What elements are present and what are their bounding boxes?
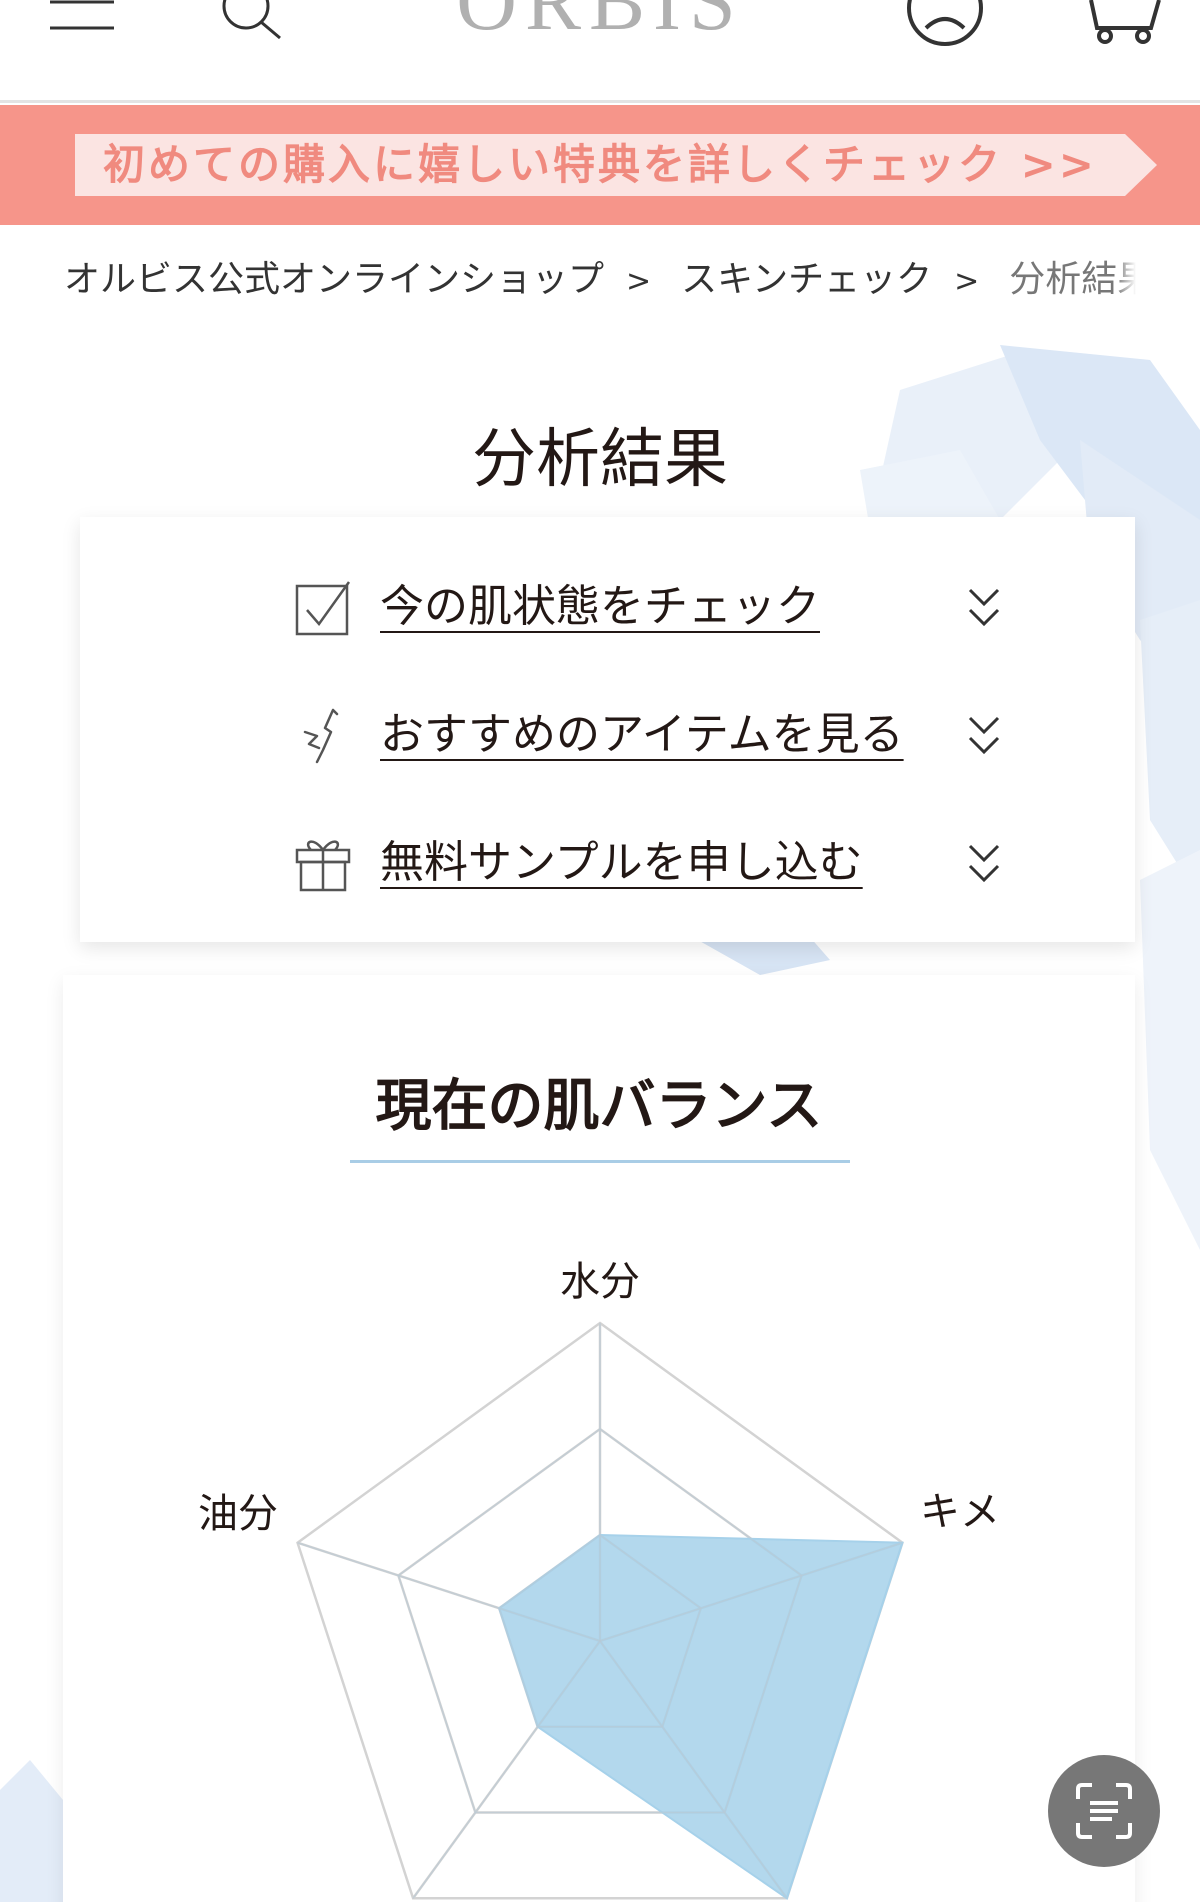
page: ORBIS 初めての購入に嬉しい特典を詳しくチェック >> オルビス公式オンライ…: [0, 0, 1200, 1902]
menu-item-recommended-items[interactable]: おすすめのアイテムを見る: [80, 690, 1135, 780]
breadcrumb: オルビス公式オンラインショップ>スキンチェック>分析結果: [64, 255, 1136, 305]
double-chevron-down-icon: [968, 844, 1000, 883]
radar-data-area: [498, 1533, 904, 1900]
skin-balance-card: 現在の肌バランス 水分 キメ 油分: [63, 975, 1135, 1902]
menu-item-label: 無料サンプルを申し込む: [380, 837, 863, 888]
menu-item-label: 今の肌状態をチェック: [380, 581, 820, 632]
menu-item-label: おすすめのアイテムを見る: [380, 709, 904, 760]
cart-icon[interactable]: [1085, 0, 1165, 48]
checkbox-icon: [295, 581, 351, 636]
radar-axis-label-moisture: 水分: [560, 1259, 640, 1305]
result-menu-card: 今の肌状態をチェック おすすめのアイテムを見る 無料サンプルを申し込む: [80, 517, 1135, 942]
first-purchase-promo-banner[interactable]: 初めての購入に嬉しい特典を詳しくチェック >>: [0, 105, 1200, 225]
gift-icon: [295, 840, 351, 892]
breadcrumb-separator: >: [954, 264, 980, 299]
breadcrumb-item-skin-check[interactable]: スキンチェック: [681, 255, 932, 305]
double-chevron-down-icon: [968, 716, 1000, 755]
breadcrumb-fade: [1116, 255, 1136, 305]
orbis-logo[interactable]: ORBIS: [430, 0, 770, 44]
scan-document-icon: [1076, 1783, 1132, 1839]
hamburger-menu-icon[interactable]: [48, 0, 118, 34]
account-icon[interactable]: [904, 0, 986, 48]
radar-axis-line-overlay: [412, 1640, 601, 1899]
promo-text: 初めての購入に嬉しい特典を詳しくチェック >>: [102, 140, 1097, 189]
scan-floating-button[interactable]: [1048, 1755, 1160, 1867]
menu-item-check-skin[interactable]: 今の肌状態をチェック: [80, 562, 1135, 652]
breadcrumb-separator: >: [626, 264, 652, 299]
site-header: ORBIS: [0, 0, 1200, 103]
radar-axis-label-texture: キメ: [920, 1489, 1000, 1535]
breadcrumb-item-shop-top[interactable]: オルビス公式オンラインショップ: [64, 255, 604, 305]
double-chevron-down-icon: [968, 588, 1000, 627]
skin-balance-radar-chart: [296, 1321, 904, 1900]
radar-axis-label-oil: 油分: [198, 1491, 278, 1537]
menu-item-free-sample[interactable]: 無料サンプルを申し込む: [80, 818, 1135, 908]
page-title: 分析結果: [472, 423, 728, 497]
pointing-hand-icon: [303, 708, 339, 764]
search-icon[interactable]: [216, 0, 286, 40]
